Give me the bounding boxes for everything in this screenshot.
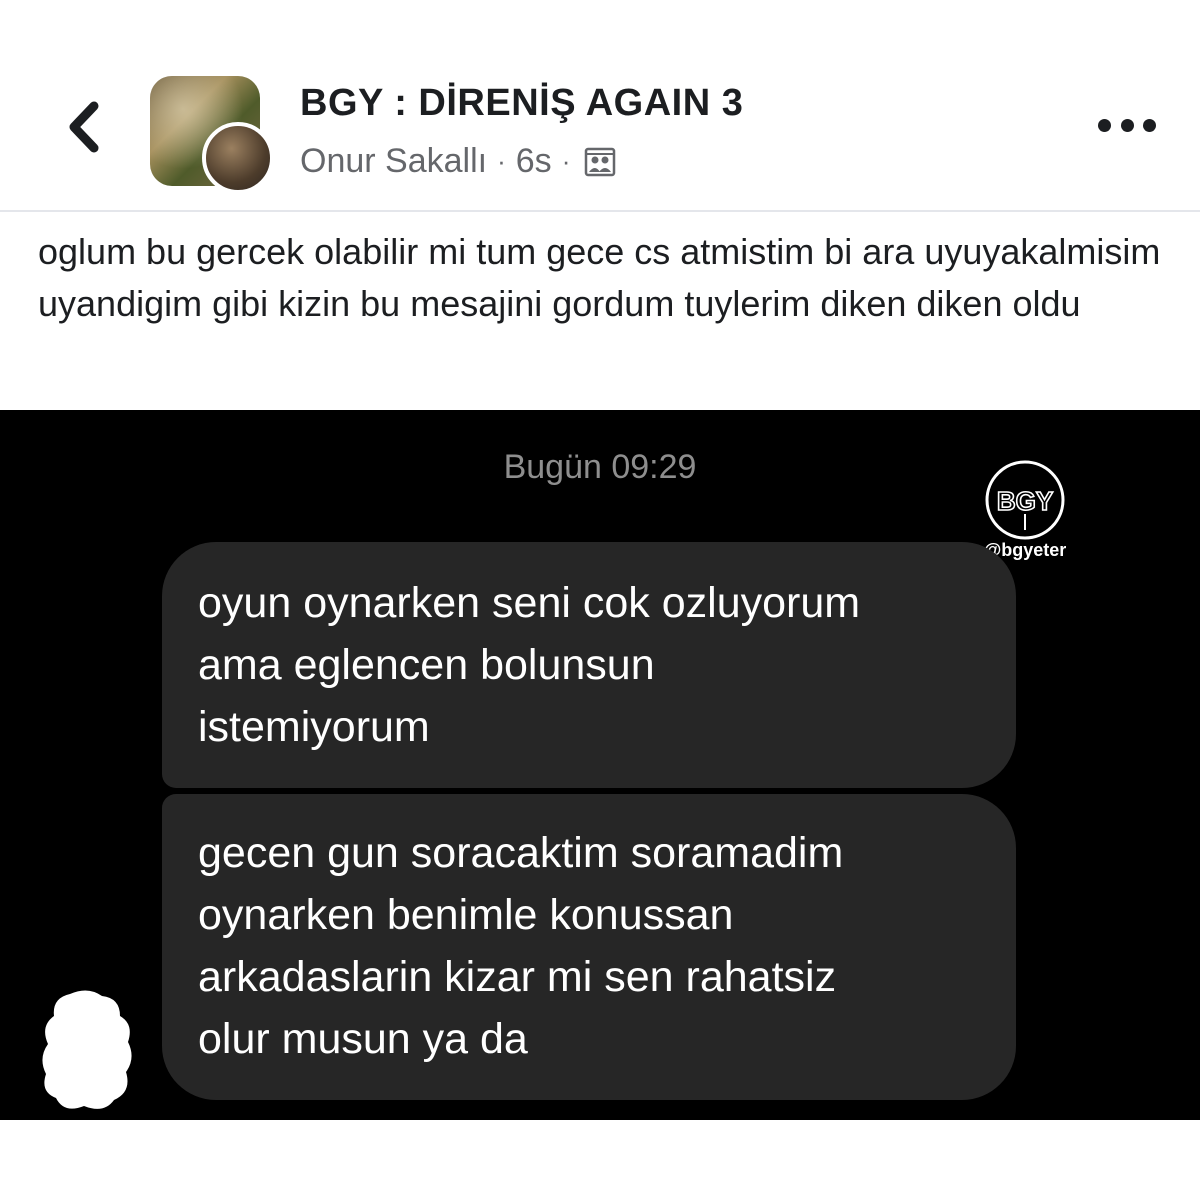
message-line: gecen gun soracaktim soramadim [198,829,844,877]
chevron-left-icon [69,101,99,153]
more-horizontal-icon [1143,118,1156,132]
message-line: istemiyorum [198,703,430,751]
author-name[interactable]: Onur Sakallı [300,142,487,181]
redacted-avatar [42,990,132,1109]
meta-separator: · [561,146,571,176]
message-line: oynarken benimle konussan [198,891,734,939]
message-bubble[interactable]: gecen gun soracaktim soramadim oynarken … [162,794,1016,1100]
group-members-icon [585,147,616,176]
page-bottom [0,1120,1200,1182]
chat-screenshot: Bugün 09:29 BGY @bgyeter oyun oynarken s… [0,410,1200,1120]
post-time[interactable]: 6s [516,142,552,181]
more-horizontal-icon [1120,118,1134,132]
header-divider [0,210,1200,212]
message-line: ama eglencen bolunsun [198,641,655,689]
post-header: BGY : DİRENİŞ AGAIN 3 Onur Sakallı · 6s … [0,0,1200,212]
message-line: olur musun ya da [198,1015,528,1063]
watermark-logo: BGY [985,460,1065,540]
message-line: oyun oynarken seni cok ozluyorum [198,579,861,627]
post-text: oglum bu gercek olabilir mi tum gece cs … [38,231,1161,324]
author-avatar[interactable] [202,122,274,194]
more-options-button[interactable] [1098,112,1156,138]
watermark: BGY @bgyeter [970,460,1080,560]
svg-text:BGY: BGY [997,486,1053,516]
message-bubble[interactable]: oyun oynarken seni cok ozluyorum ama egl… [162,542,1016,788]
message-line: arkadaslarin kizar mi sen rahatsiz [198,953,837,1001]
meta-separator: · [497,146,506,176]
more-horizontal-icon [1098,118,1111,132]
back-button[interactable] [56,92,116,162]
group-name[interactable]: BGY : DİRENİŞ AGAIN 3 [300,82,743,125]
post-meta: Onur Sakallı · 6s · [300,142,616,181]
